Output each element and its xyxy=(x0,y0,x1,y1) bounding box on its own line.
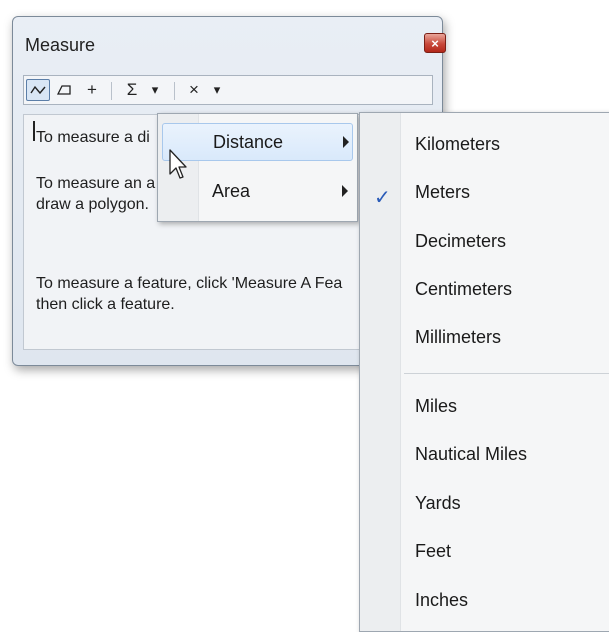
measure-line-tool-button[interactable] xyxy=(26,79,50,101)
unit-kilometers[interactable]: Kilometers xyxy=(415,134,500,155)
unit-nautical-miles[interactable]: Nautical Miles xyxy=(415,444,527,465)
sum-dropdown-icon[interactable]: ▾ xyxy=(146,79,164,101)
unit-millimeters[interactable]: Millimeters xyxy=(415,327,501,348)
units-dropdown-icon[interactable]: ▾ xyxy=(208,79,226,101)
unit-feet[interactable]: Feet xyxy=(415,541,451,562)
menu-item-label: Distance xyxy=(213,132,284,152)
units-button[interactable]: × xyxy=(184,79,204,101)
text-caret xyxy=(33,121,35,141)
close-button[interactable]: × xyxy=(424,33,446,53)
menu-separator xyxy=(404,373,609,374)
mouse-pointer-icon xyxy=(169,149,187,179)
unit-yards[interactable]: Yards xyxy=(415,493,461,514)
measure-area-tool-button[interactable] xyxy=(54,79,74,101)
menu-item-label: Area xyxy=(212,181,251,201)
toolbar: + Σ ▾ × ▾ xyxy=(23,75,433,105)
polygon-icon xyxy=(56,85,71,95)
menu-item-distance[interactable]: Distance xyxy=(162,123,353,161)
measure-feature-tool-button[interactable]: + xyxy=(82,79,102,101)
toolbar-separator xyxy=(111,82,112,100)
distance-units-menu: ✓ Kilometers Meters Decimeters Centimete… xyxy=(359,112,609,632)
menu-item-area[interactable]: Area xyxy=(162,173,353,211)
toolbar-separator xyxy=(174,82,175,100)
submenu-arrow-icon xyxy=(342,185,348,197)
line-measure-icon xyxy=(30,85,46,95)
unit-miles[interactable]: Miles xyxy=(415,396,457,417)
unit-centimeters[interactable]: Centimeters xyxy=(415,279,512,300)
unit-meters[interactable]: Meters xyxy=(415,182,470,203)
submenu-arrow-icon xyxy=(343,136,349,148)
checkmark-icon: ✓ xyxy=(374,187,391,209)
unit-inches[interactable]: Inches xyxy=(415,590,468,611)
sum-button[interactable]: Σ xyxy=(122,79,142,101)
window-title: Measure xyxy=(25,35,96,55)
unit-decimeters[interactable]: Decimeters xyxy=(415,231,506,252)
